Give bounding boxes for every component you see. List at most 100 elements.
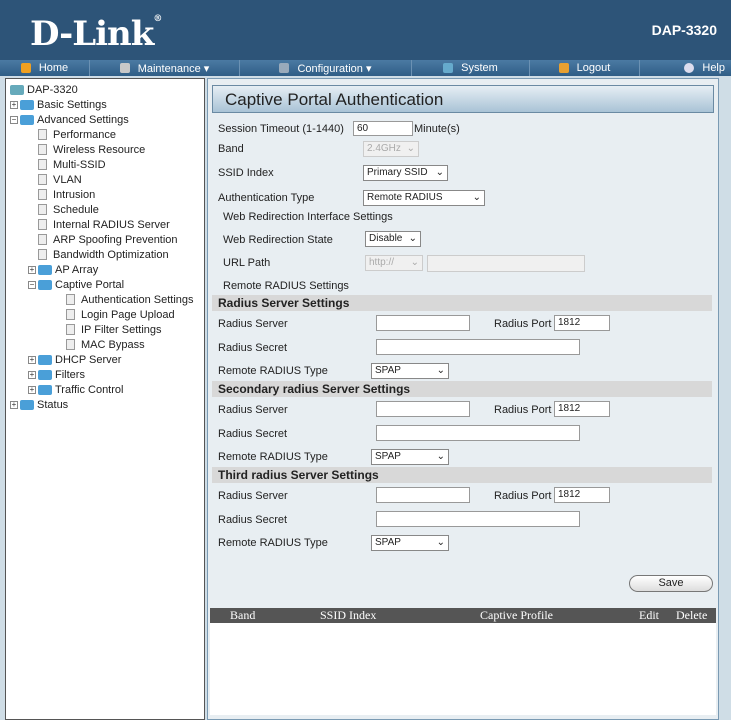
expand-icon[interactable]: + xyxy=(28,355,36,364)
tree-label: Bandwidth Optimization xyxy=(53,248,169,261)
remote-radius-type-label: Remote RADIUS Type xyxy=(218,451,328,463)
radius-server-input[interactable] xyxy=(376,487,470,503)
tree-item[interactable]: MAC Bypass xyxy=(10,337,204,352)
tree-item[interactable]: Performance xyxy=(10,127,204,142)
expand-icon[interactable]: + xyxy=(28,370,36,379)
tree-item[interactable]: Bandwidth Optimization xyxy=(10,247,204,262)
help-icon xyxy=(684,63,695,73)
remote-radius-type-select[interactable]: SPAP ⌄ xyxy=(371,449,449,465)
auth-type-select[interactable]: Remote RADIUS ⌄ xyxy=(363,190,485,206)
tree-traffic-control[interactable]: + Traffic Control xyxy=(10,382,204,397)
web-redirection-state-select[interactable]: Disable ⌄ xyxy=(365,231,421,247)
ssid-index-select[interactable]: Primary SSID ⌄ xyxy=(363,165,448,181)
nav-home[interactable]: Home xyxy=(0,60,90,76)
tree-item[interactable]: Wireless Resource xyxy=(10,142,204,157)
nav-help[interactable]: Help xyxy=(640,60,731,76)
radius-port-label: Radius Port xyxy=(494,404,552,416)
tree-label: Performance xyxy=(53,128,116,141)
folder-open-icon xyxy=(20,114,34,125)
tree-item[interactable]: Login Page Upload xyxy=(10,307,204,322)
auth-type-label: Authentication Type xyxy=(218,192,315,204)
tree-label: Filters xyxy=(55,368,85,381)
nav-label: Logout xyxy=(576,62,611,74)
nav-maintenance[interactable]: Maintenance ▾ xyxy=(90,60,240,76)
tree-dhcp-server[interactable]: + DHCP Server xyxy=(10,352,204,367)
col-ssid-index: SSID Index xyxy=(320,608,377,622)
collapse-icon[interactable]: − xyxy=(28,280,36,289)
tree-root[interactable]: DAP-3320 xyxy=(10,82,204,97)
nav-label: System xyxy=(461,62,498,74)
url-path-input[interactable] xyxy=(427,255,585,272)
radius-secret-input[interactable] xyxy=(376,511,580,527)
radius-secret-input[interactable] xyxy=(376,425,580,441)
tree-captive-portal[interactable]: − Captive Portal xyxy=(10,277,204,292)
col-captive-profile: Captive Profile xyxy=(480,608,553,622)
tree-label: ARP Spoofing Prevention xyxy=(53,233,178,246)
disk-icon xyxy=(279,63,290,73)
tree-item[interactable]: ARP Spoofing Prevention xyxy=(10,232,204,247)
tree-item[interactable]: VLAN xyxy=(10,172,204,187)
radius-port-input[interactable]: 1812 xyxy=(554,401,610,417)
tree-label: DHCP Server xyxy=(55,353,122,366)
expand-icon[interactable]: + xyxy=(28,265,36,274)
tools-icon xyxy=(119,63,130,73)
nav-configuration[interactable]: Configuration ▾ xyxy=(240,60,412,76)
tree-label: VLAN xyxy=(53,173,82,186)
expand-icon[interactable]: + xyxy=(28,385,36,394)
folder-icon xyxy=(38,354,52,365)
web-redirection-state-label: Web Redirection State xyxy=(223,234,333,246)
tree-filters[interactable]: + Filters xyxy=(10,367,204,382)
radius-port-input[interactable]: 1812 xyxy=(554,487,610,503)
tree-label: MAC Bypass xyxy=(81,338,145,351)
tree-label: Authentication Settings xyxy=(81,293,194,306)
page-icon xyxy=(66,294,75,305)
radius-port-input[interactable]: 1812 xyxy=(554,315,610,331)
remote-radius-type-select[interactable]: SPAP ⌄ xyxy=(371,363,449,379)
radius-secret-input[interactable] xyxy=(376,339,580,355)
ssid-value: Primary SSID xyxy=(367,167,428,178)
radius-secret-label: Radius Secret xyxy=(218,514,288,526)
remote-radius-heading: Remote RADIUS Settings xyxy=(223,280,349,292)
expand-icon[interactable]: + xyxy=(10,400,18,409)
radius-server-input[interactable] xyxy=(376,401,470,417)
chevron-down-icon: ⌄ xyxy=(472,192,481,203)
folder-open-icon xyxy=(38,279,52,290)
nav-label: Home xyxy=(38,62,69,74)
tree-item[interactable]: Internal RADIUS Server xyxy=(10,217,204,232)
expand-icon[interactable]: + xyxy=(10,100,18,109)
tree-advanced-settings[interactable]: − Advanced Settings xyxy=(10,112,204,127)
tree-label: AP Array xyxy=(55,263,99,276)
tree-label: Login Page Upload xyxy=(81,308,175,321)
save-button[interactable]: Save xyxy=(629,575,713,592)
tree-item[interactable]: Authentication Settings xyxy=(10,292,204,307)
tree-ap-array[interactable]: + AP Array xyxy=(10,262,204,277)
session-timeout-label: Session Timeout (1-1440) xyxy=(218,123,344,135)
tree-status[interactable]: + Status xyxy=(10,397,204,412)
url-scheme-select[interactable]: http:// ⌄ xyxy=(365,255,423,271)
band-select[interactable]: 2.4GHz ⌄ xyxy=(363,141,419,157)
tree-item[interactable]: IP Filter Settings xyxy=(10,322,204,337)
page-icon xyxy=(66,339,75,350)
minutes-label: Minute(s) xyxy=(414,123,460,135)
remote-radius-type-select[interactable]: SPAP ⌄ xyxy=(371,535,449,551)
radius-server-input[interactable] xyxy=(376,315,470,331)
server-section-heading: Radius Server Settings xyxy=(212,295,712,311)
nav-system[interactable]: System xyxy=(412,60,530,76)
radius-secret-label: Radius Secret xyxy=(218,342,288,354)
page-icon xyxy=(38,189,47,200)
page-icon xyxy=(38,144,47,155)
nav-logout[interactable]: Logout xyxy=(530,60,640,76)
tree-item[interactable]: Intrusion xyxy=(10,187,204,202)
collapse-icon[interactable]: − xyxy=(10,115,18,124)
tree-item[interactable]: Multi-SSID xyxy=(10,157,204,172)
tree-item[interactable]: Schedule xyxy=(10,202,204,217)
folder-icon xyxy=(38,369,52,380)
page-icon xyxy=(38,249,47,260)
session-timeout-input[interactable]: 60 xyxy=(353,121,413,136)
nav-label: Maintenance ▾ xyxy=(137,62,210,75)
profile-table-body xyxy=(210,623,716,715)
col-band: Band xyxy=(230,608,256,622)
radius-type-value: SPAP xyxy=(375,365,401,376)
system-icon xyxy=(443,63,454,73)
tree-basic-settings[interactable]: + Basic Settings xyxy=(10,97,204,112)
